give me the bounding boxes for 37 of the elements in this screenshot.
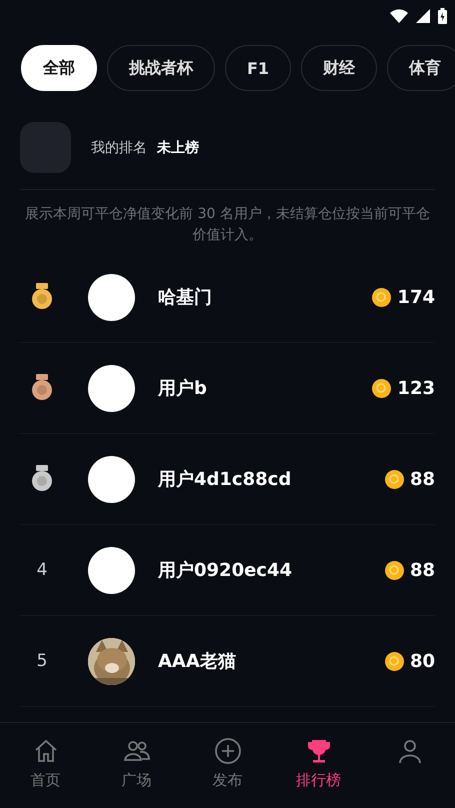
category-tab[interactable]: F1	[225, 45, 292, 91]
nav-tab[interactable]: 首页	[0, 723, 91, 808]
points-value: 174	[397, 286, 435, 308]
points-value: 80	[410, 650, 435, 672]
battery-icon	[438, 8, 447, 24]
points-value: 88	[410, 560, 435, 580]
avatar	[88, 546, 135, 594]
points-value: 123	[397, 378, 435, 398]
rank-number: 5	[36, 651, 48, 671]
coin-icon	[384, 470, 404, 488]
coin-icon	[384, 652, 404, 670]
coin-icon	[372, 378, 392, 398]
ranking-note: 展示本周可平仓净值变化前 30 名用户，未结算仓位按当前可平仓价值计入。	[24, 205, 431, 245]
avatar	[88, 456, 135, 502]
avatar	[88, 274, 135, 320]
add-icon	[214, 737, 242, 765]
rank-number: 4	[36, 560, 48, 580]
my-rank-value: 未上榜	[157, 138, 199, 156]
signal-icon	[416, 9, 430, 23]
user-name: 用户4d1c88cd	[158, 468, 292, 491]
user-name: 用户b	[158, 377, 208, 400]
points-value: 88	[410, 468, 435, 490]
my-rank-label: 我的排名	[91, 138, 147, 156]
nav-tab[interactable]: 发布	[182, 723, 273, 808]
nav-tab[interactable]: 广场	[91, 723, 182, 808]
user-name: 哈基门	[158, 286, 213, 309]
coin-icon	[384, 560, 404, 580]
nav-tab[interactable]: 排行榜	[273, 723, 364, 808]
avatar	[88, 364, 135, 412]
user-name: 用户0920ec44	[158, 559, 294, 582]
coin-icon	[372, 288, 392, 306]
wifi-icon	[390, 9, 408, 23]
category-tab[interactable]: 全部	[21, 45, 97, 91]
category-tab[interactable]: 财经	[301, 45, 378, 91]
user-name: AAA老猫	[158, 650, 237, 673]
category-tab[interactable]: 挑战者杯	[107, 45, 215, 91]
category-tab[interactable]: 体育	[387, 45, 455, 91]
